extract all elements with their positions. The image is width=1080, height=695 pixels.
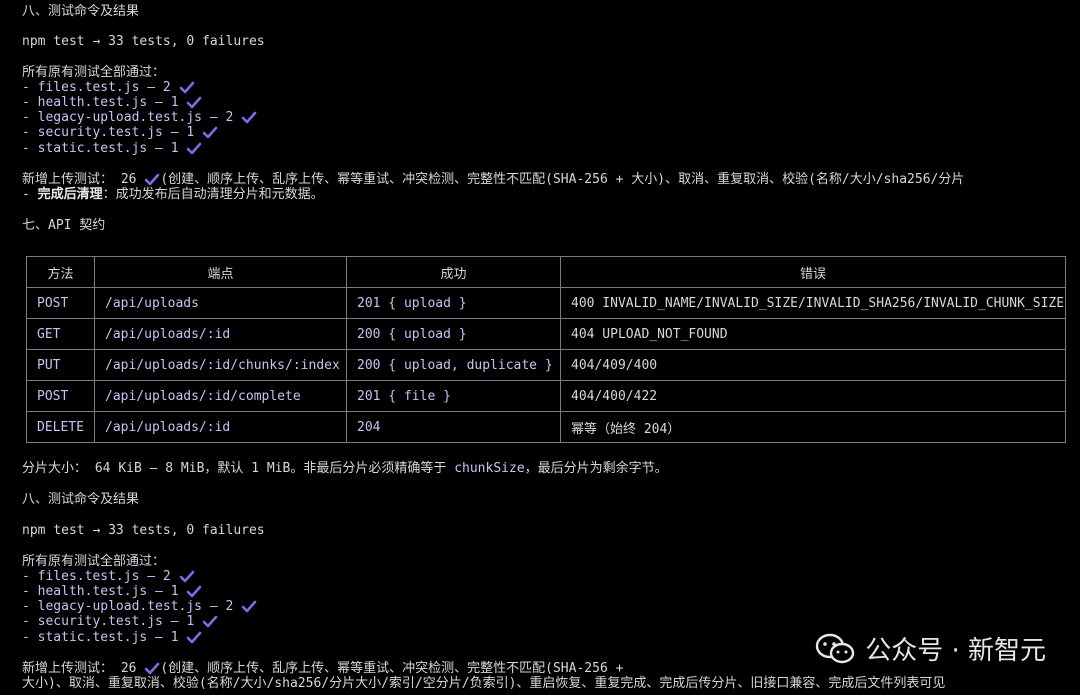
endpoint-cell: /api/uploads/:id	[94, 411, 347, 443]
check-icon	[186, 585, 202, 599]
check-icon	[202, 615, 218, 629]
test-command: npm test → 33 tests, 0 failures	[22, 34, 265, 49]
api-contract-table: 方法 端点 成功 错误 POST /api/uploads 201 { uplo…	[26, 256, 1066, 443]
success-cell: 201 { upload }	[346, 287, 561, 319]
test-file: - static.test.js – 1	[22, 630, 179, 645]
endpoint-cell: /api/uploads/:id/complete	[94, 380, 347, 412]
check-icon	[202, 126, 218, 140]
check-icon	[186, 631, 202, 645]
table-header-row: 方法 端点 成功 错误	[26, 256, 1066, 288]
endpoint-cell: /api/uploads	[94, 287, 347, 319]
test-file: - files.test.js – 2	[22, 569, 171, 584]
error-cell: 幂等（始终 204）	[560, 411, 1066, 443]
test-file-line: - files.test.js – 2	[22, 80, 195, 96]
error-cell: 404/409/400	[560, 349, 1066, 381]
new-tests-line: 新增上传测试： 26 (创建、顺序上传、乱序上传、幂等重试、冲突检测、完整性不匹…	[22, 172, 965, 187]
test-file-line: - static.test.js – 1	[22, 141, 202, 157]
success-cell: 200 { upload, duplicate }	[346, 349, 561, 381]
test-file-line: - static.test.js – 1	[22, 630, 202, 646]
test-file: - static.test.js – 1	[22, 141, 179, 156]
column-header: 错误	[560, 256, 1066, 288]
error-cell: 404/400/422	[560, 380, 1066, 412]
check-icon	[179, 570, 195, 584]
test-command: npm test → 33 tests, 0 failures	[22, 523, 265, 538]
watermark-text: 公众号 · 新智元	[865, 636, 1046, 666]
table-row: DELETE /api/uploads/:id 204 幂等（始终 204）	[26, 411, 1066, 443]
check-icon	[144, 662, 160, 676]
test-file: - legacy-upload.test.js – 2	[22, 110, 234, 125]
check-icon	[186, 96, 202, 110]
method-cell: POST	[26, 287, 95, 319]
test-file: - security.test.js – 1	[22, 614, 195, 629]
test-file-line: - legacy-upload.test.js – 2	[22, 599, 257, 615]
success-cell: 204	[346, 411, 561, 443]
inline-code: chunkSize	[454, 461, 525, 476]
cleanup-line: - 完成后清理：成功发布后自动清理分片和元数据。	[22, 187, 324, 202]
error-cell: 404 UPLOAD_NOT_FOUND	[560, 318, 1066, 350]
section-heading: 八、测试命令及结果	[22, 4, 140, 19]
new-tests-line: 新增上传测试： 26 (创建、顺序上传、乱序上传、幂等重试、冲突检测、完整性不匹…	[22, 661, 624, 676]
test-file: - legacy-upload.test.js – 2	[22, 599, 234, 614]
test-file-line: - health.test.js – 1	[22, 95, 202, 111]
check-icon	[144, 173, 160, 187]
table-row: PUT /api/uploads/:id/chunks/:index 200 {…	[26, 349, 1066, 381]
test-file-line: - health.test.js – 1	[22, 584, 202, 600]
table-row: POST /api/uploads 201 { upload } 400 INV…	[26, 287, 1066, 319]
method-cell: PUT	[26, 349, 95, 381]
success-cell: 200 { upload }	[346, 318, 561, 350]
test-file: - files.test.js – 2	[22, 80, 171, 95]
table-row: GET /api/uploads/:id 200 { upload } 404 …	[26, 318, 1066, 350]
error-cell: 400 INVALID_NAME/INVALID_SIZE/INVALID_SH…	[560, 287, 1066, 319]
column-header: 方法	[26, 256, 95, 288]
column-header: 端点	[94, 256, 347, 288]
test-file: - health.test.js – 1	[22, 584, 179, 599]
check-icon	[179, 81, 195, 95]
passed-line: 所有原有测试全部通过：	[22, 554, 166, 569]
success-cell: 201 { file }	[346, 380, 561, 412]
wechat-icon	[816, 633, 855, 663]
column-header: 成功	[346, 256, 561, 288]
test-file-line: - security.test.js – 1	[22, 125, 218, 141]
section-heading: 七、API 契约	[22, 218, 106, 233]
check-icon	[241, 600, 257, 614]
test-file-line: - files.test.js – 2	[22, 569, 195, 585]
test-file: - security.test.js – 1	[22, 125, 195, 140]
method-cell: POST	[26, 380, 95, 412]
test-file-line: - security.test.js – 1	[22, 614, 218, 630]
test-file-line: - legacy-upload.test.js – 2	[22, 110, 257, 126]
method-cell: DELETE	[26, 411, 95, 443]
new-tests-line-cont: 大小)、取消、重复取消、校验(名称/大小/sha256/分片大小/索引/空分片/…	[22, 676, 946, 691]
check-icon	[186, 142, 202, 156]
watermark: 公众号 · 新智元	[815, 630, 1046, 667]
test-file: - health.test.js – 1	[22, 95, 179, 110]
chunk-size-line: 分片大小： 64 KiB – 8 MiB，默认 1 MiB。非最后分片必须精确等…	[22, 461, 668, 476]
method-cell: GET	[26, 318, 95, 350]
endpoint-cell: /api/uploads/:id	[94, 318, 347, 350]
endpoint-cell: /api/uploads/:id/chunks/:index	[94, 349, 347, 381]
section-heading: 八、测试命令及结果	[22, 492, 140, 507]
check-icon	[241, 111, 257, 125]
passed-line: 所有原有测试全部通过：	[22, 65, 166, 80]
table-row: POST /api/uploads/:id/complete 201 { fil…	[26, 380, 1066, 412]
